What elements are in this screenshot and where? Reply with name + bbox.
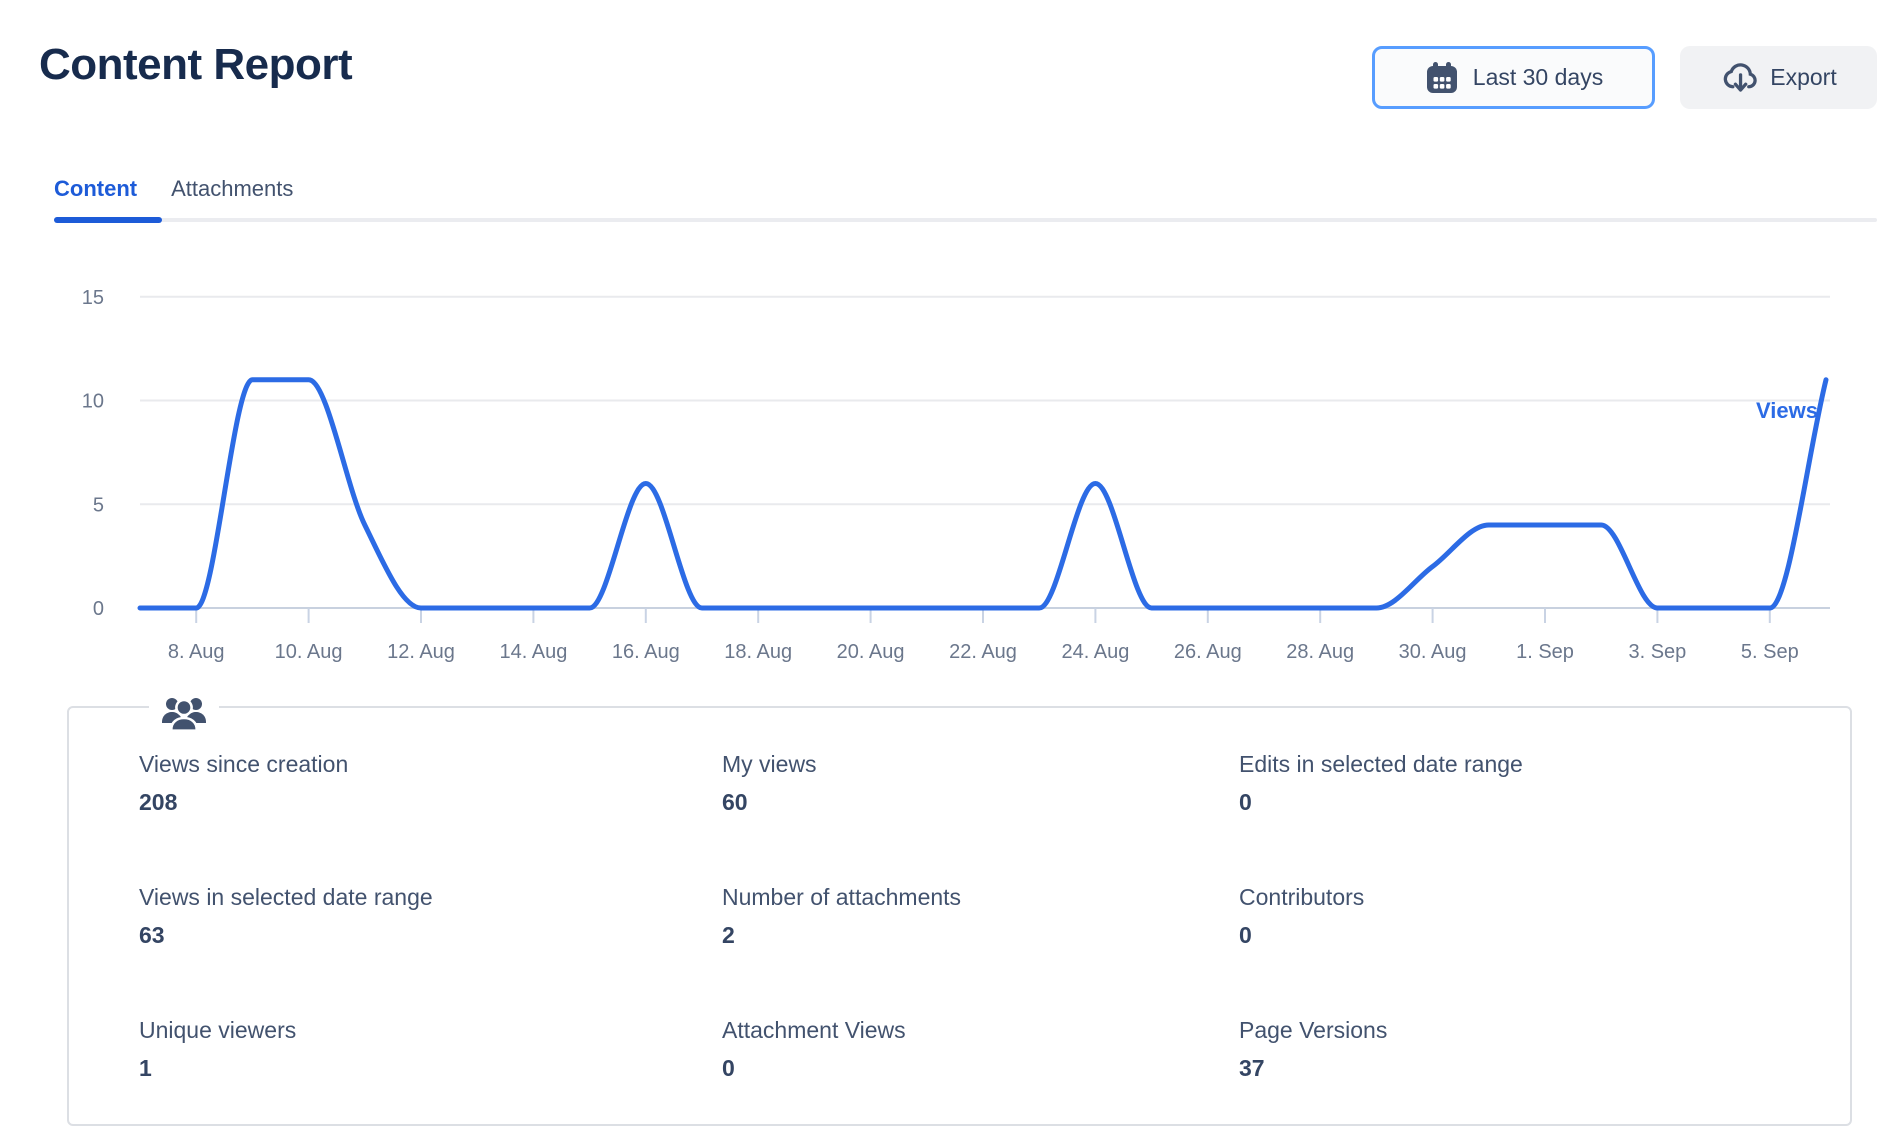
content-report-page: { "header": { "title": "Content Report",… <box>0 0 1888 1134</box>
stat-my-views: My views 60 <box>722 750 1239 816</box>
svg-text:30. Aug: 30. Aug <box>1399 641 1467 663</box>
svg-text:22. Aug: 22. Aug <box>949 641 1017 663</box>
active-tab-underline <box>54 217 162 223</box>
stat-views-since-creation: Views since creation 208 <box>139 750 722 816</box>
svg-text:0: 0 <box>93 598 104 620</box>
stat-value: 2 <box>722 921 1239 949</box>
stat-label: Attachment Views <box>722 1016 1239 1044</box>
stat-value: 0 <box>1239 788 1830 816</box>
stat-value: 208 <box>139 788 722 816</box>
stat-label: Number of attachments <box>722 883 1239 911</box>
date-range-button[interactable]: Last 30 days <box>1372 46 1655 109</box>
svg-text:14. Aug: 14. Aug <box>499 641 567 663</box>
stat-unique-viewers: Unique viewers 1 <box>139 1016 722 1082</box>
svg-text:8. Aug: 8. Aug <box>168 641 225 663</box>
svg-text:5: 5 <box>93 494 104 516</box>
svg-text:24. Aug: 24. Aug <box>1061 641 1129 663</box>
stat-page-versions: Page Versions 37 <box>1239 1016 1830 1082</box>
svg-text:10: 10 <box>82 391 104 413</box>
stat-attachment-views: Attachment Views 0 <box>722 1016 1239 1082</box>
stat-edits-in-range: Edits in selected date range 0 <box>1239 750 1830 816</box>
stat-label: Edits in selected date range <box>1239 750 1830 778</box>
svg-text:26. Aug: 26. Aug <box>1174 641 1242 663</box>
tab-attachments[interactable]: Attachments <box>171 176 293 202</box>
people-icon <box>149 694 219 732</box>
stat-value: 60 <box>722 788 1239 816</box>
export-label: Export <box>1770 64 1836 91</box>
stats-grid: Views since creation 208 My views 60 Edi… <box>69 708 1850 1082</box>
stat-value: 63 <box>139 921 722 949</box>
tab-bar: Content Attachments <box>54 176 293 202</box>
stat-number-of-attachments: Number of attachments 2 <box>722 883 1239 949</box>
svg-text:5. Sep: 5. Sep <box>1741 641 1799 663</box>
stat-label: Contributors <box>1239 883 1830 911</box>
tab-divider <box>54 218 1877 222</box>
stat-value: 0 <box>1239 921 1830 949</box>
stat-value: 1 <box>139 1054 722 1082</box>
svg-text:Views: Views <box>1756 398 1818 423</box>
svg-text:10. Aug: 10. Aug <box>275 641 343 663</box>
views-chart: 15 10 5 0 8. Aug 10. Aug 12. Aug 14. Aug 16. Aug… <box>0 240 1888 680</box>
views-line-chart-svg: 15 10 5 0 8. Aug 10. Aug 12. Aug 14. Aug 16. Aug… <box>0 240 1888 680</box>
stat-label: Views since creation <box>139 750 722 778</box>
svg-text:16. Aug: 16. Aug <box>612 641 680 663</box>
stat-contributors: Contributors 0 <box>1239 883 1830 949</box>
stat-label: Unique viewers <box>139 1016 722 1044</box>
svg-text:20. Aug: 20. Aug <box>837 641 905 663</box>
svg-text:1. Sep: 1. Sep <box>1516 641 1574 663</box>
stat-label: My views <box>722 750 1239 778</box>
stat-label: Views in selected date range <box>139 883 722 911</box>
calendar-icon <box>1424 60 1460 96</box>
svg-text:12. Aug: 12. Aug <box>387 641 455 663</box>
stat-label: Page Versions <box>1239 1016 1830 1044</box>
svg-text:18. Aug: 18. Aug <box>724 641 792 663</box>
svg-text:28. Aug: 28. Aug <box>1286 641 1354 663</box>
svg-text:15: 15 <box>82 287 104 309</box>
stat-value: 37 <box>1239 1054 1830 1082</box>
cloud-download-icon <box>1720 59 1757 96</box>
export-button[interactable]: Export <box>1680 46 1877 109</box>
stat-views-in-range: Views in selected date range 63 <box>139 883 722 949</box>
tab-content[interactable]: Content <box>54 176 137 202</box>
svg-text:3. Sep: 3. Sep <box>1628 641 1686 663</box>
page-title: Content Report <box>39 40 352 90</box>
stats-card: Views since creation 208 My views 60 Edi… <box>67 706 1852 1126</box>
stat-value: 0 <box>722 1054 1239 1082</box>
date-range-label: Last 30 days <box>1473 64 1603 91</box>
